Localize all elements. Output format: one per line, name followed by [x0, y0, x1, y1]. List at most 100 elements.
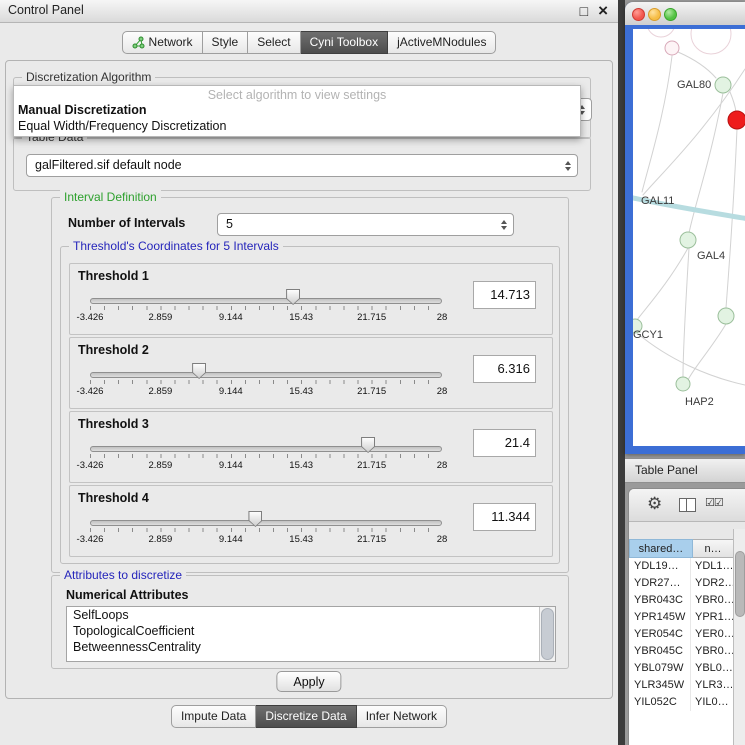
- network-node[interactable]: [715, 77, 731, 93]
- table-row[interactable]: YDR27…YDR2…: [629, 575, 734, 592]
- close-icon[interactable]: ×: [598, 2, 608, 20]
- tab-discretize-data[interactable]: Discretize Data: [256, 705, 356, 728]
- tick-label: 9.144: [219, 312, 243, 323]
- threshold-3-slider[interactable]: -3.4262.8599.14415.4321.71528: [90, 440, 442, 476]
- attribute-list-item[interactable]: SelfLoops: [67, 607, 555, 623]
- table-data-combobox[interactable]: galFiltered.sif default node: [26, 154, 578, 177]
- list-scrollbar[interactable]: [539, 607, 555, 661]
- scrollbar-thumb[interactable]: [541, 608, 554, 660]
- threshold-4-slider[interactable]: -3.4262.8599.14415.4321.71528: [90, 514, 442, 550]
- dropdown-option-equal-width[interactable]: Equal Width/Frequency Discretization: [14, 118, 580, 134]
- slider-tickmarks: [90, 306, 442, 310]
- numerical-attributes-list[interactable]: SelfLoopsTopologicalCoefficientBetweenne…: [66, 606, 556, 662]
- threshold-value-field[interactable]: 14.713: [473, 281, 536, 309]
- network-edge: [683, 248, 689, 377]
- window-title: Control Panel: [8, 3, 84, 17]
- slider-track[interactable]: [90, 372, 442, 378]
- table-scrollbar[interactable]: [733, 529, 745, 745]
- network-node[interactable]: [680, 232, 696, 248]
- tab-impute-data[interactable]: Impute Data: [171, 705, 256, 728]
- minimize-traffic-light[interactable]: [648, 8, 661, 21]
- tab-label: Select: [257, 32, 290, 53]
- table-row[interactable]: YBR045CYBR0…: [629, 643, 734, 660]
- table-body: YDL19…YDL1…YDR27…YDR2…YBR043CYBR0…YPR145…: [629, 558, 734, 745]
- network-window-titlebar[interactable]: [625, 2, 745, 26]
- scrollbar-thumb[interactable]: [735, 551, 745, 617]
- table-row[interactable]: YDL19…YDL1…: [629, 558, 734, 575]
- tab-label: Style: [212, 32, 239, 53]
- column-header-name[interactable]: n…: [693, 539, 734, 558]
- slider-tick-labels: -3.4262.8599.14415.4321.71528: [90, 386, 442, 398]
- tick-label: -3.426: [77, 534, 104, 545]
- tick-label: 28: [437, 460, 448, 471]
- tab-network[interactable]: Network: [122, 31, 203, 54]
- float-window-icon[interactable]: □: [580, 3, 588, 19]
- selected-network-node[interactable]: [728, 111, 745, 129]
- node-label: GAL11: [641, 195, 674, 207]
- number-of-intervals-combobox[interactable]: 5: [217, 213, 514, 236]
- table-row[interactable]: YER054CYER0…: [629, 626, 734, 643]
- combo-value: galFiltered.sif default node: [35, 155, 182, 176]
- panel-divider[interactable]: [618, 0, 625, 745]
- table-cell: YIL052C: [629, 694, 691, 711]
- slider-track[interactable]: [90, 298, 442, 304]
- attributes-to-discretize-group: Attributes to discretize Numerical Attri…: [51, 575, 569, 669]
- apply-button[interactable]: Apply: [276, 671, 341, 692]
- table-row[interactable]: YBR043CYBR0…: [629, 592, 734, 609]
- tab-select[interactable]: Select: [248, 31, 300, 54]
- tab-infer-network[interactable]: Infer Network: [357, 705, 447, 728]
- table-window: ⚙ ☑☑ shared… n… YDL19…YDL1…YDR27…YDR2…YB…: [628, 488, 745, 745]
- node-label: GAL80: [677, 79, 711, 91]
- threshold-label: Threshold 1: [78, 269, 149, 283]
- table-row[interactable]: YBL079WYBL0…: [629, 660, 734, 677]
- table-cell: YBR0…: [691, 592, 734, 609]
- network-edge: [642, 56, 672, 192]
- gear-icon[interactable]: ⚙: [647, 494, 662, 514]
- zoom-traffic-light[interactable]: [664, 8, 677, 21]
- node-label: GAL4: [697, 250, 725, 262]
- column-header-shared-name[interactable]: shared…: [629, 539, 693, 558]
- table-row[interactable]: YIL052CYIL0…: [629, 694, 734, 711]
- threshold-1-slider[interactable]: -3.4262.8599.14415.4321.71528: [90, 292, 442, 328]
- tick-label: 9.144: [219, 460, 243, 471]
- select-columns-icon[interactable]: ☑☑: [705, 496, 723, 509]
- threshold-value-field[interactable]: 21.4: [473, 429, 536, 457]
- table-cell: YDR27…: [629, 575, 691, 592]
- number-of-intervals-row: Number of Intervals 5: [52, 212, 568, 236]
- tab-jactivemnodules[interactable]: jActiveMNodules: [388, 31, 496, 54]
- slider-track[interactable]: [90, 520, 442, 526]
- network-ring: [647, 29, 675, 37]
- tab-style[interactable]: Style: [203, 31, 249, 54]
- table-row[interactable]: YLR345WYLR3…: [629, 677, 734, 694]
- tick-label: 28: [437, 312, 448, 323]
- table-cell: YLR345W: [629, 677, 691, 694]
- threshold-1-panel: Threshold 1 -3.4262.8599.14415.4321.7152…: [69, 263, 553, 335]
- dropdown-option-manual-discretization[interactable]: Manual Discretization: [14, 102, 580, 118]
- node-label: HAP2: [685, 396, 714, 408]
- number-of-intervals-label: Number of Intervals: [68, 216, 185, 230]
- threshold-value-field[interactable]: 6.316: [473, 355, 536, 383]
- tab-label: Cyni Toolbox: [310, 32, 378, 53]
- network-node[interactable]: [718, 308, 734, 324]
- network-node[interactable]: [676, 377, 690, 391]
- attribute-list-item[interactable]: BetweennessCentrality: [67, 639, 555, 655]
- network-window: GAL80GAL11GAL4GCY1HAP2: [625, 2, 745, 454]
- table-row[interactable]: YPR145WYPR1…: [629, 609, 734, 626]
- attribute-list-item[interactable]: TopologicalCoefficient: [67, 623, 555, 639]
- threshold-value-field[interactable]: 11.344: [473, 503, 536, 531]
- slider-track[interactable]: [90, 446, 442, 452]
- combo-value: 5: [226, 214, 233, 235]
- tick-label: -3.426: [77, 386, 104, 397]
- threshold-4-panel: Threshold 4 -3.4262.8599.14415.4321.7152…: [69, 485, 553, 557]
- network-node[interactable]: [665, 41, 679, 55]
- close-traffic-light[interactable]: [632, 8, 645, 21]
- titlebar[interactable]: Control Panel □ ×: [0, 0, 618, 23]
- threshold-2-slider[interactable]: -3.4262.8599.14415.4321.71528: [90, 366, 442, 402]
- table-cell: YDL1…: [691, 558, 734, 575]
- table-panel-header[interactable]: Table Panel: [625, 458, 745, 483]
- table-cell: YBR0…: [691, 643, 734, 660]
- tab-cyni-toolbox[interactable]: Cyni Toolbox: [301, 31, 388, 54]
- network-canvas[interactable]: GAL80GAL11GAL4GCY1HAP2: [633, 29, 745, 446]
- columns-icon[interactable]: [679, 498, 696, 512]
- slider-tick-labels: -3.4262.8599.14415.4321.71528: [90, 312, 442, 324]
